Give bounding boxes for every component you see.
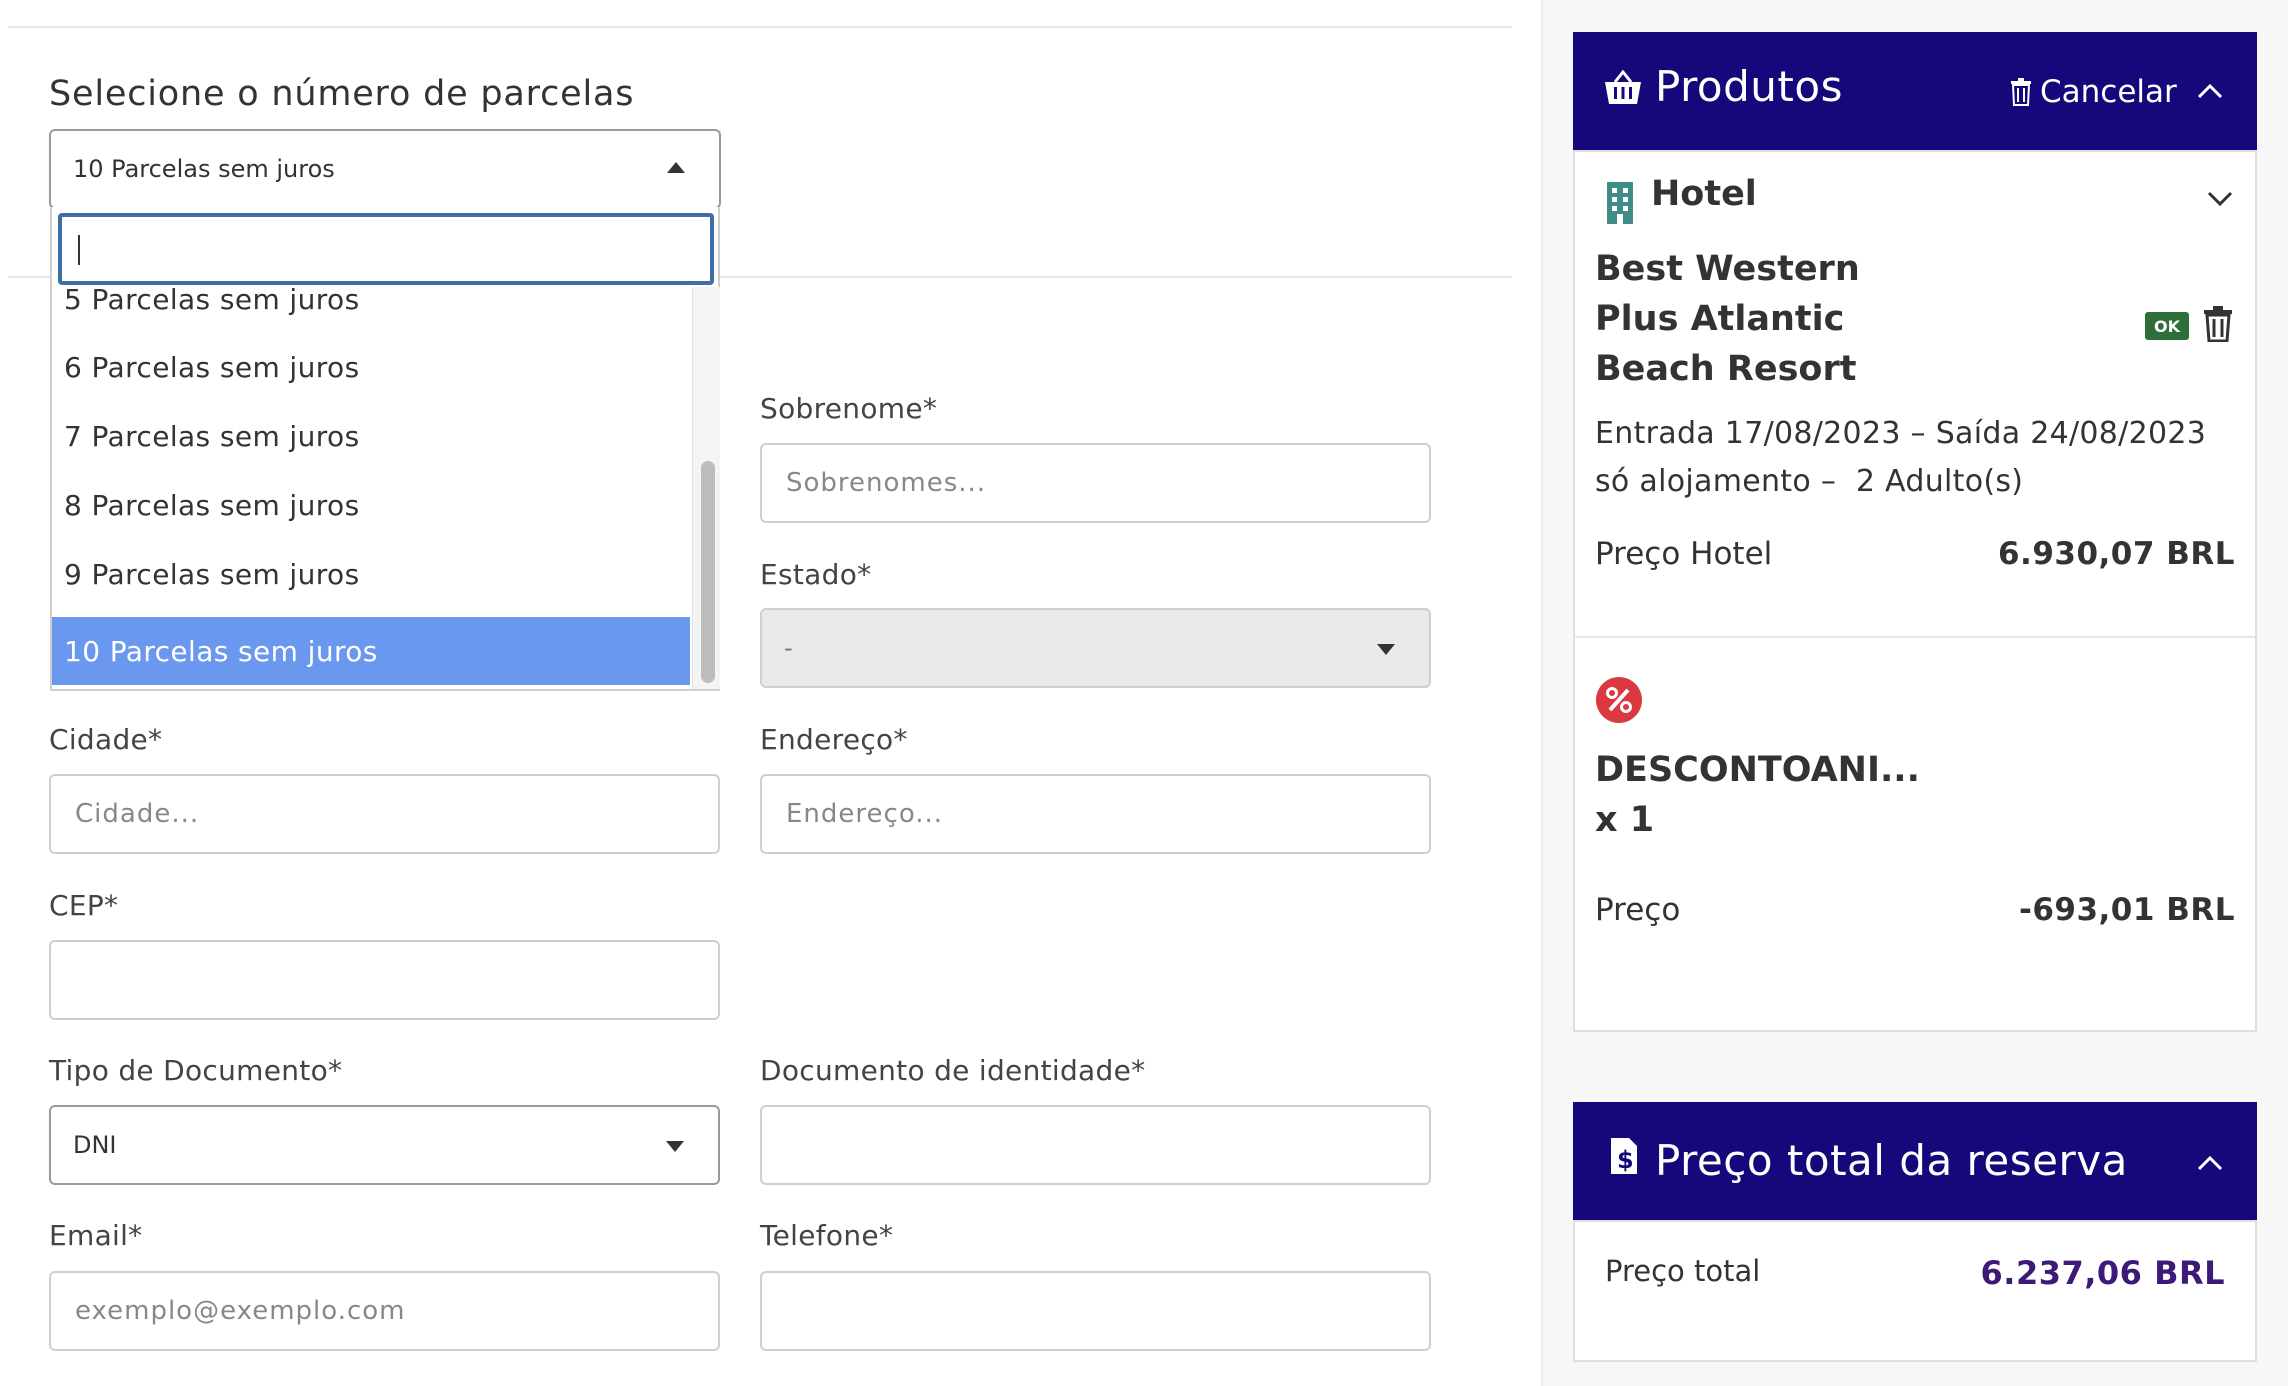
installments-label: Selecione o número de parcelas — [49, 74, 635, 114]
endereco-input[interactable] — [760, 774, 1431, 854]
tipo-documento-select[interactable]: DNI — [49, 1105, 720, 1185]
hotel-details: só alojamento – 2 Adulto(s) — [1595, 464, 2024, 499]
total-value: 6.237,06 BRL — [1980, 1254, 2225, 1292]
documento-input[interactable] — [760, 1105, 1431, 1185]
card-divider — [1575, 636, 2255, 638]
hotel-name: Best Western Plus Atlantic Beach Resort — [1595, 244, 1860, 394]
hotel-name-line: Beach Resort — [1595, 349, 1857, 389]
hotel-heading: Hotel — [1651, 174, 1757, 214]
products-card: Hotel Best Western Plus Atlantic Beach R… — [1573, 150, 2257, 1032]
discount-price-label: Preço — [1595, 892, 1681, 928]
dropdown-option[interactable]: 8 Parcelas sem juros — [52, 471, 690, 539]
estado-value: - — [784, 634, 793, 662]
cidade-input[interactable] — [49, 774, 720, 854]
caret-up-icon — [667, 162, 685, 173]
trash-icon — [2011, 78, 2031, 106]
email-input[interactable] — [49, 1271, 720, 1351]
installments-select[interactable]: 10 Parcelas sem juros — [49, 129, 721, 209]
chevron-down-icon[interactable] — [2207, 190, 2233, 208]
dropdown-option[interactable]: 7 Parcelas sem juros — [52, 402, 690, 470]
documento-label: Documento de identidade* — [760, 1054, 1146, 1087]
hotel-price-value: 6.930,07 BRL — [1997, 536, 2235, 572]
telefone-label: Telefone* — [760, 1219, 894, 1252]
scrollbar-thumb[interactable] — [701, 461, 715, 683]
dropdown-options: 5 Parcelas sem juros 6 Parcelas sem juro… — [52, 287, 692, 689]
svg-text:$: $ — [1617, 1146, 1634, 1174]
hotel-name-line: Plus Atlantic — [1595, 299, 1845, 339]
dropdown-scrollbar[interactable] — [692, 287, 720, 689]
telefone-input[interactable] — [760, 1271, 1431, 1351]
products-header: Produtos Cancelar — [1573, 32, 2257, 150]
estado-select[interactable]: - — [760, 608, 1431, 688]
hotel-price-label: Preço Hotel — [1595, 536, 1773, 572]
caret-down-icon — [1377, 644, 1395, 655]
cancel-button[interactable]: Cancelar — [2010, 72, 2177, 112]
chevron-up-icon[interactable] — [2197, 82, 2223, 100]
status-badge: OK — [2145, 312, 2189, 340]
dropdown-search-input[interactable] — [58, 213, 714, 285]
dropdown-option[interactable]: 9 Parcelas sem juros — [52, 540, 690, 608]
cidade-label: Cidade* — [49, 723, 163, 756]
sobrenome-input[interactable] — [760, 443, 1431, 523]
tipo-documento-label: Tipo de Documento* — [49, 1054, 343, 1087]
basket-icon — [1605, 70, 1641, 104]
discount-qty: x 1 — [1595, 800, 1655, 840]
sobrenome-label: Sobrenome* — [760, 392, 938, 425]
cancel-label: Cancelar — [2040, 74, 2177, 110]
dropdown-option-selected[interactable]: 10 Parcelas sem juros — [52, 617, 690, 685]
cep-input[interactable] — [49, 940, 720, 1020]
chevron-up-icon[interactable] — [2197, 1154, 2223, 1172]
discount-icon — [1596, 677, 1642, 723]
delete-hotel-icon[interactable] — [2203, 306, 2233, 342]
estado-label: Estado* — [760, 558, 872, 591]
tipo-documento-value: DNI — [73, 1131, 117, 1159]
products-title: Produtos — [1655, 62, 1843, 111]
cep-label: CEP* — [49, 889, 119, 922]
discount-price-value: -693,01 BRL — [2018, 892, 2235, 928]
text-cursor — [78, 235, 80, 265]
total-header: $ Preço total da reserva — [1573, 1102, 2257, 1220]
total-card: Preço total 6.237,06 BRL — [1573, 1220, 2257, 1362]
caret-down-icon — [666, 1141, 684, 1152]
hotel-icon — [1607, 182, 1633, 224]
top-divider — [8, 26, 1512, 28]
hotel-dates: Entrada 17/08/2023 – Saída 24/08/2023 — [1595, 416, 2207, 451]
installments-dropdown: 5 Parcelas sem juros 6 Parcelas sem juro… — [50, 207, 720, 691]
hotel-name-line: Best Western — [1595, 249, 1860, 289]
total-label: Preço total — [1605, 1254, 1761, 1288]
receipt-dollar-icon: $ — [1611, 1138, 1637, 1174]
endereco-label: Endereço* — [760, 723, 908, 756]
email-label: Email* — [49, 1219, 143, 1252]
dropdown-option[interactable]: 6 Parcelas sem juros — [52, 333, 690, 401]
installments-selected-value: 10 Parcelas sem juros — [73, 155, 335, 183]
dropdown-option[interactable]: 5 Parcelas sem juros — [52, 287, 690, 333]
discount-name: DESCONTOANI... — [1595, 750, 1920, 790]
total-title: Preço total da reserva — [1655, 1136, 2128, 1185]
